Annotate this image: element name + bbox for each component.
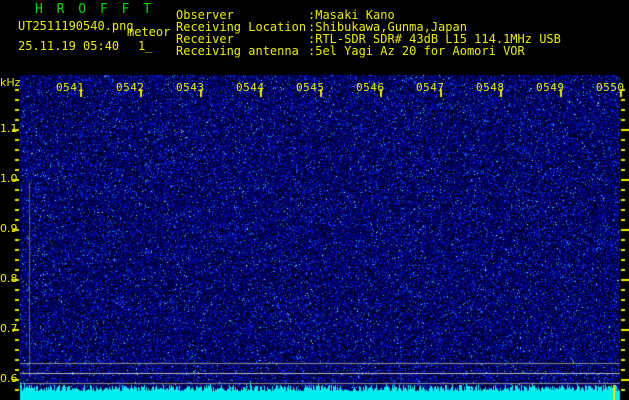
time-axis-label: 0543 bbox=[176, 81, 205, 94]
freq-axis-label: 0.7 bbox=[0, 322, 18, 335]
time-axis-label: 0549 bbox=[536, 81, 565, 94]
freq-axis-label: 1.0 bbox=[0, 172, 18, 185]
time-axis-label: 0542 bbox=[116, 81, 145, 94]
freq-axis-label: 0.6 bbox=[0, 372, 18, 385]
time-axis-label: 0541 bbox=[56, 81, 85, 94]
time-axis-label: 0545 bbox=[296, 81, 325, 94]
freq-axis-label: 1.1 bbox=[0, 122, 18, 135]
header-field-row: Observer :Masaki Kano bbox=[0, 8, 629, 22]
time-axis-label: 0550 bbox=[596, 81, 625, 94]
khz-unit-label: kHz bbox=[0, 76, 21, 89]
header-field-row: Receiving antenna :5el Yagi Az 20 for Ao… bbox=[0, 44, 629, 58]
time-axis-label: 0546 bbox=[356, 81, 385, 94]
freq-axis-label: 0.9 bbox=[0, 222, 18, 235]
header-field-row: Receiving Location :Shibukawa,Gunma,Japa… bbox=[0, 20, 629, 34]
time-axis-label: 0548 bbox=[476, 81, 505, 94]
spectrogram-canvas bbox=[0, 0, 629, 400]
header-field-row: Receiver :RTL-SDR SDR# 43dB L15 114.1MHz… bbox=[0, 32, 629, 46]
hrofft-window: H R O F F T UT2511190540.png meteor 25.1… bbox=[0, 0, 629, 400]
time-axis-label: 0544 bbox=[236, 81, 265, 94]
freq-axis-label: 0.8 bbox=[0, 272, 18, 285]
header-field-value: :5el Yagi Az 20 for Aomori VOR bbox=[308, 44, 525, 58]
time-axis-label: 0547 bbox=[416, 81, 445, 94]
header-field-label: Receiving antenna bbox=[176, 44, 299, 58]
